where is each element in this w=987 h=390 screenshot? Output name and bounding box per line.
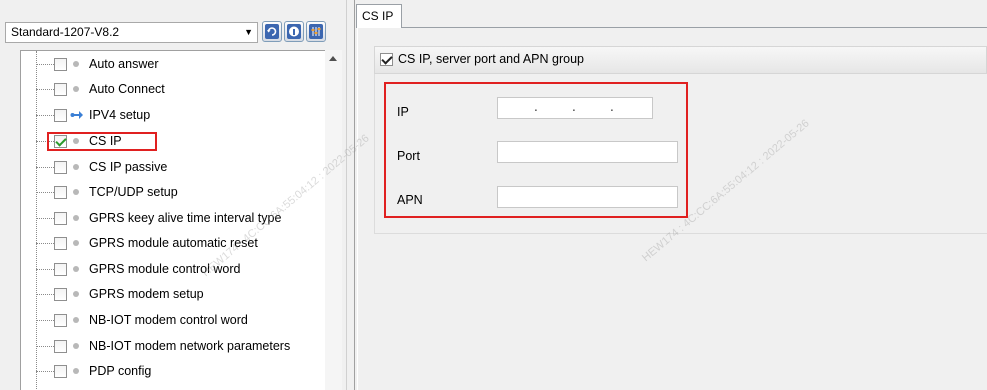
tree-item-label: GPRS module automatic reset (89, 236, 258, 250)
checkbox[interactable] (54, 212, 67, 225)
tree-item-nbiot-control[interactable]: NB-IOT modem control word (21, 310, 321, 330)
selection-highlight (47, 132, 157, 151)
tab-strip-border (402, 27, 987, 28)
checkbox[interactable] (54, 109, 67, 122)
checkbox[interactable] (54, 186, 67, 199)
group-enable-checkbox[interactable] (380, 53, 393, 66)
tree-item-label: GPRS modem setup (89, 287, 204, 301)
tree-item-label: PDP config (89, 364, 152, 378)
tree-item-label: NB-IOT modem control word (89, 313, 248, 327)
checkbox[interactable] (54, 340, 67, 353)
tree-item-gprs-keep-alive[interactable]: GPRS keey alive time interval type (21, 208, 321, 228)
bullet-icon (73, 343, 79, 349)
profile-select[interactable]: Standard-1207-V8.2 ▼ (5, 22, 258, 43)
bullet-icon (73, 266, 79, 272)
bullet-icon (73, 317, 79, 323)
fields-highlight-box (384, 82, 688, 218)
bullet-icon (73, 368, 79, 374)
tree-item-nbiot-network[interactable]: NB-IOT modem network parameters (21, 336, 321, 356)
tab-label: CS IP (362, 9, 394, 23)
checkbox[interactable] (54, 288, 67, 301)
tree-item-auto-connect[interactable]: Auto Connect (21, 79, 321, 99)
tree-item-pdp-config[interactable]: PDP config (21, 361, 321, 381)
bullet-icon (73, 291, 79, 297)
settings-button[interactable] (306, 21, 326, 42)
tree-item-label: CS IP passive (89, 160, 168, 174)
checkbox[interactable] (54, 161, 67, 174)
bullet-icon (73, 164, 79, 170)
tree-item-cs-ip-passive[interactable]: CS IP passive (21, 157, 321, 177)
tree-item-gprs-module-reset[interactable]: GPRS module automatic reset (21, 233, 321, 253)
info-button[interactable] (284, 21, 304, 42)
group-title: CS IP, server port and APN group (398, 52, 584, 66)
tree-item-label: NB-IOT modem network parameters (89, 339, 291, 353)
tree-item-label: GPRS keey alive time interval type (89, 211, 282, 225)
tree-item-label: TCP/UDP setup (89, 185, 178, 199)
tree-item-label: Auto Connect (89, 82, 165, 96)
profile-select-value: Standard-1207-V8.2 (11, 25, 120, 39)
scroll-up-arrow-icon[interactable] (329, 56, 337, 61)
checkbox[interactable] (54, 83, 67, 96)
tree-item-ipv4-setup[interactable]: IPV4 setup (21, 105, 321, 125)
bullet-icon (73, 86, 79, 92)
settings-sliders-icon (309, 24, 323, 39)
tree-item-gprs-module-control[interactable]: GPRS module control word (21, 259, 321, 279)
refresh-button[interactable] (262, 21, 282, 42)
info-icon (287, 24, 301, 39)
tree-item-label: Auto answer (89, 57, 159, 71)
refresh-icon (265, 24, 279, 39)
network-arrow-icon (70, 111, 83, 119)
tree-item-auto-answer[interactable]: Auto answer (21, 54, 321, 74)
tab-cs-ip[interactable]: CS IP (356, 4, 402, 28)
settings-tree[interactable]: Auto answer Auto Connect IPV4 setup CS I… (20, 50, 342, 390)
tree-item-tcp-udp-setup[interactable]: TCP/UDP setup (21, 182, 321, 202)
tree-item-label: IPV4 setup (89, 108, 151, 122)
bullet-icon (73, 215, 79, 221)
left-panel: Standard-1207-V8.2 ▼ Auto answer Auto Co… (0, 0, 346, 390)
checkbox[interactable] (54, 58, 67, 71)
bullet-icon (73, 240, 79, 246)
checkbox[interactable] (54, 314, 67, 327)
bullet-icon (73, 189, 79, 195)
tree-item-gprs-modem-setup[interactable]: GPRS modem setup (21, 284, 321, 304)
checkbox[interactable] (54, 365, 67, 378)
bullet-icon (73, 61, 79, 67)
tree-scrollbar[interactable] (325, 50, 342, 390)
tree-item-label: GPRS module control word (89, 262, 241, 276)
checkbox[interactable] (54, 263, 67, 276)
checkbox[interactable] (54, 237, 67, 250)
chevron-down-icon: ▼ (244, 27, 253, 37)
panel-splitter[interactable] (346, 0, 355, 390)
